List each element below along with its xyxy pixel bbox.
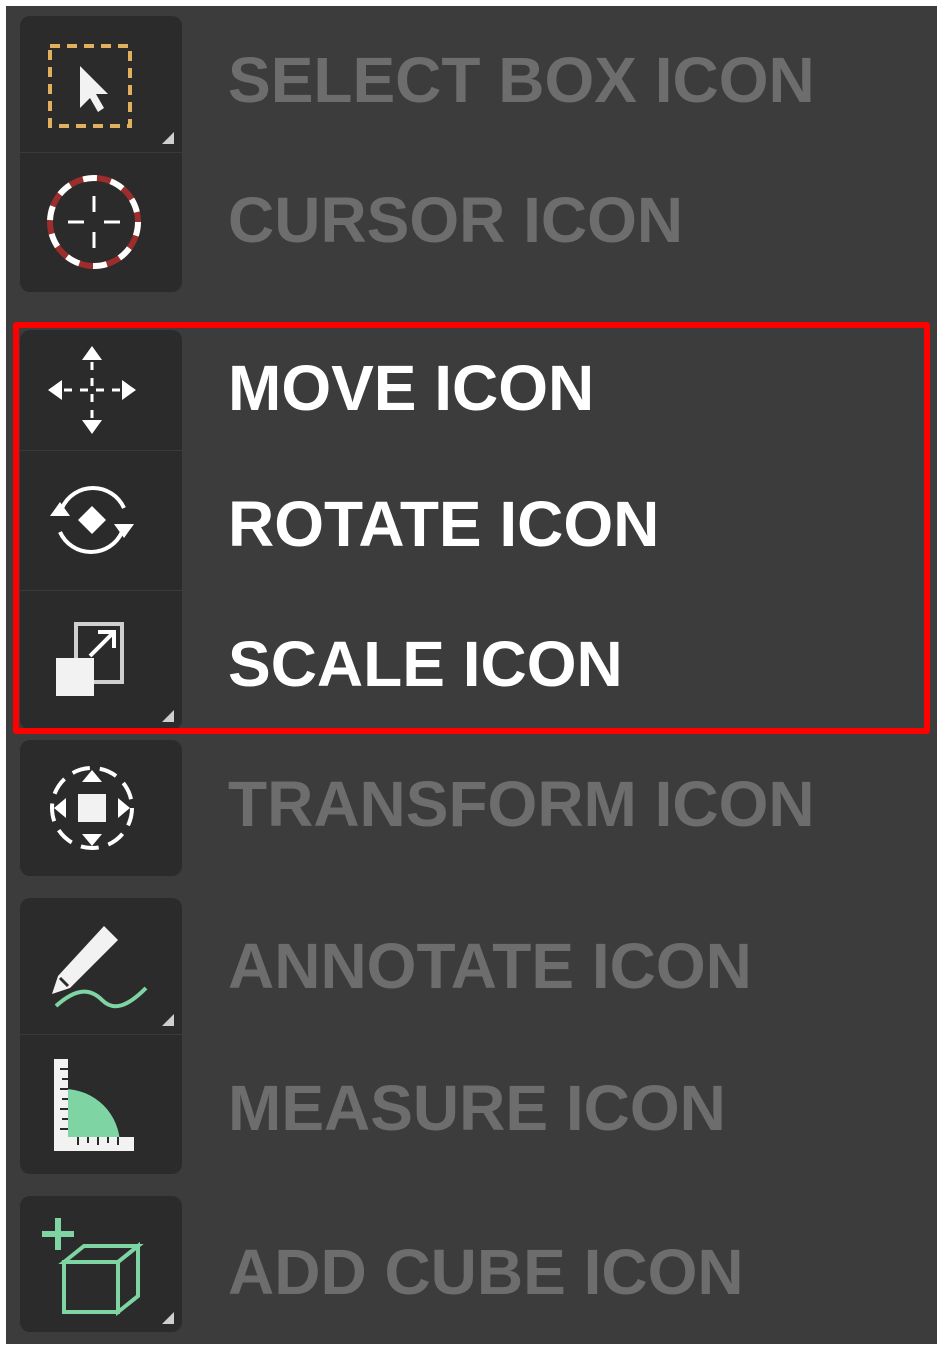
measure-button[interactable] [20, 1034, 182, 1174]
toolbar-label-cursor: CURSOR ICON [228, 184, 684, 256]
add-cube-icon [42, 1212, 152, 1316]
toolbar-label-transform: TRANSFORM ICON [228, 768, 815, 840]
cursor-icon [42, 170, 146, 274]
submenu-indicator-icon [162, 1312, 174, 1324]
toolbar-label-select-box: SELECT BOX ICON [228, 44, 815, 116]
add-cube-button[interactable] [20, 1196, 182, 1332]
toolbar-label-measure: MEASURE ICON [228, 1072, 726, 1144]
measure-icon [42, 1049, 142, 1159]
select-box-button[interactable] [20, 16, 182, 152]
transform-button[interactable] [20, 740, 182, 876]
select-box-icon [42, 36, 138, 132]
toolbar-label-add-cube: ADD CUBE ICON [228, 1236, 744, 1308]
highlight-box [13, 322, 930, 734]
annotate-button[interactable] [20, 898, 182, 1034]
submenu-indicator-icon [162, 132, 174, 144]
toolbar-label-annotate: ANNOTATE ICON [228, 930, 752, 1002]
annotate-icon [42, 918, 150, 1014]
submenu-indicator-icon [162, 1014, 174, 1026]
cursor-button[interactable] [20, 152, 182, 292]
transform-icon [42, 758, 142, 858]
